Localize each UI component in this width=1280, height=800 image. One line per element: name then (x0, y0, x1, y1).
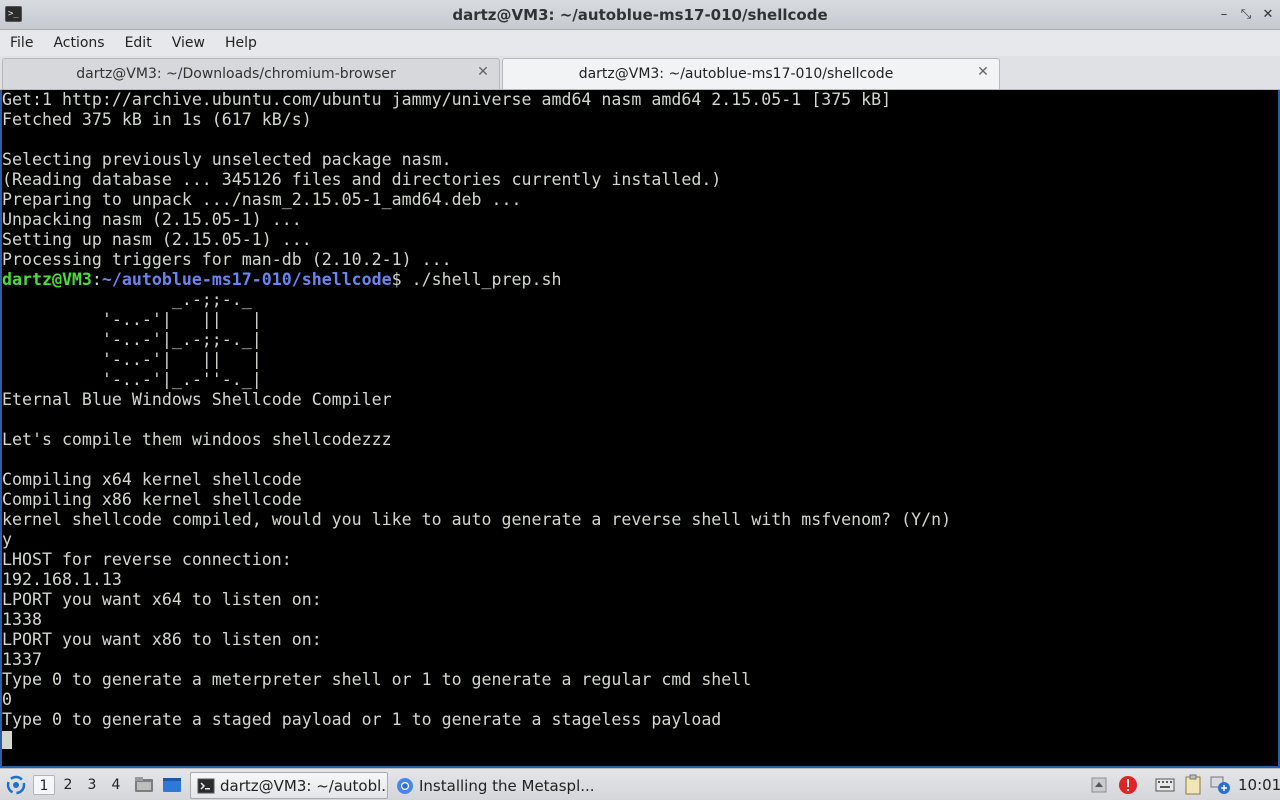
terminal-output[interactable]: Get:1 http://archive.ubuntu.com/ubuntu j… (0, 90, 1280, 768)
task-label: dartz@VM3: ~/autobl... (220, 776, 388, 795)
terminal-icon (197, 778, 215, 793)
terminal-line: '-..-'|_.-''-._| (2, 370, 262, 389)
terminal-line: kernel shellcode compiled, would you lik… (2, 510, 952, 529)
terminal-line: y (2, 530, 12, 549)
terminal-line: '-..-'| || | (2, 310, 262, 329)
terminal-line: Unpacking nasm (2.15.05-1) ... (2, 210, 302, 229)
close-window-button[interactable]: ✕ (1258, 5, 1278, 25)
window-title: dartz@VM3: ~/autoblue-ms17-010/shellcode (452, 6, 828, 24)
update-warning-icon[interactable] (1118, 775, 1138, 795)
clipboard-icon[interactable] (1183, 774, 1203, 796)
menu-view[interactable]: View (162, 35, 215, 51)
terminal-line: Processing triggers for man-db (2.10.2-1… (2, 250, 452, 269)
terminal-line: _.-;;-._ (2, 290, 252, 309)
terminal-line: 1337 (2, 650, 42, 669)
terminal-line: Compiling x64 kernel shellcode (2, 470, 302, 489)
maximize-button[interactable]: ⤡ (1236, 5, 1256, 25)
prompt-user-host: dartz@VM3 (2, 270, 92, 289)
terminal-line: 1338 (2, 610, 42, 629)
menu-edit[interactable]: Edit (115, 35, 162, 51)
menu-help[interactable]: Help (215, 35, 267, 51)
prompt-path: ~/autoblue-ms17-010/shellcode (101, 270, 392, 289)
prompt-colon: : (91, 270, 102, 289)
window-titlebar: >_ dartz@VM3: ~/autoblue-ms17-010/shellc… (0, 0, 1280, 30)
terminal-line: '-..-'| || | (2, 350, 262, 369)
text-cursor (2, 731, 12, 749)
shell-prompt-line: dartz@VM3:~/autoblue-ms17-010/shellcode$… (2, 270, 1278, 290)
terminal-line: Setting up nasm (2.15.05-1) ... (2, 230, 312, 249)
terminal-line: LPORT you want x64 to listen on: (2, 590, 322, 609)
network-icon[interactable] (1209, 774, 1231, 796)
terminal-line: (Reading database ... 345126 files and d… (2, 170, 722, 189)
taskbar-task-browser[interactable]: Installing the Metaspl... (390, 772, 596, 799)
terminal-line: Preparing to unpack .../nasm_2.15.05-1_a… (2, 190, 522, 209)
terminal-line: Selecting previously unselected package … (2, 150, 452, 169)
workspace-3[interactable]: 3 (81, 775, 103, 795)
terminal-line: Compiling x86 kernel shellcode (2, 490, 302, 509)
tray-expand-icon[interactable] (1090, 776, 1108, 794)
cursor-line (2, 730, 1278, 750)
file-manager-icon[interactable] (134, 775, 154, 795)
close-tab-icon[interactable]: ✕ (475, 64, 491, 80)
tab-shellcode[interactable]: dartz@VM3: ~/autoblue-ms17-010/shellcode… (502, 58, 1000, 89)
tab-label: dartz@VM3: ~/autoblue-ms17-010/shellcode (578, 66, 894, 82)
terminal-line: Fetched 375 kB in 1s (617 kB/s) (2, 110, 312, 129)
tab-bar: dartz@VM3: ~/Downloads/chromium-browser … (0, 56, 1280, 90)
terminal-line: 192.168.1.13 (2, 570, 122, 589)
minimize-button[interactable]: – (1214, 5, 1234, 25)
workspace-2[interactable]: 2 (57, 775, 79, 795)
prompt-command: ./shell_prep.sh (411, 270, 562, 289)
terminal-line: '-..-'|_.-;;-._| (2, 330, 262, 349)
keyboard-icon[interactable] (1155, 776, 1175, 794)
terminal-line: Type 0 to generate a staged payload or 1… (2, 710, 722, 729)
taskbar: 1 2 3 4 dartz@VM3: ~/autobl... Installin… (0, 768, 1280, 800)
terminal-line: LPORT you want x86 to listen on: (2, 630, 322, 649)
tab-label: dartz@VM3: ~/Downloads/chromium-browser (76, 66, 396, 82)
workspace-4[interactable]: 4 (105, 775, 127, 795)
prompt-symbol: $ (391, 270, 412, 289)
clock[interactable]: 10:01 (1238, 769, 1280, 800)
terminal-line: 0 (2, 690, 12, 709)
terminal-line: Get:1 http://archive.ubuntu.com/ubuntu j… (2, 90, 892, 109)
terminal-line: Type 0 to generate a meterpreter shell o… (2, 670, 752, 689)
close-tab-icon[interactable]: ✕ (975, 64, 991, 80)
tab-chromium-browser[interactable]: dartz@VM3: ~/Downloads/chromium-browser … (2, 58, 500, 89)
terminal-line: Let's compile them windoos shellcodezzz (2, 430, 392, 449)
chromium-icon (397, 777, 413, 794)
workspace-1[interactable]: 1 (33, 775, 55, 795)
menu-actions[interactable]: Actions (43, 35, 114, 51)
start-menu-icon[interactable] (6, 775, 26, 795)
menu-bar: File Actions Edit View Help (0, 30, 1280, 56)
taskbar-task-terminal[interactable]: dartz@VM3: ~/autobl... (190, 772, 388, 799)
show-desktop-icon[interactable] (162, 775, 182, 795)
terminal-line: LHOST for reverse connection: (2, 550, 292, 569)
terminal-line: Eternal Blue Windows Shellcode Compiler (2, 390, 392, 409)
menu-file[interactable]: File (0, 35, 43, 51)
task-label: Installing the Metaspl... (419, 776, 595, 795)
